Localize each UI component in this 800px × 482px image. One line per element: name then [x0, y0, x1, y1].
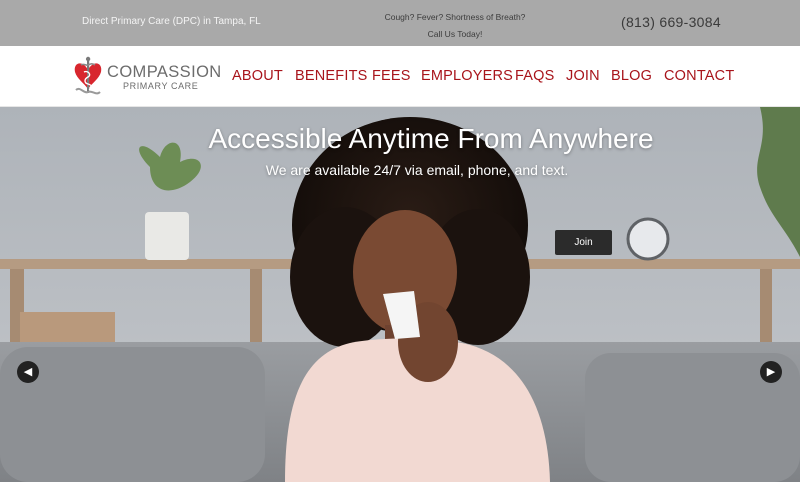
- nav-blog[interactable]: BLOG: [611, 68, 652, 88]
- phone-number-link[interactable]: (813) 669-3084: [621, 14, 721, 30]
- call-us-line: Call Us Today!: [427, 29, 483, 39]
- hero-slider: Accessible Anytime From Anywhere We are …: [0, 107, 800, 482]
- main-navigation: COMPASSION PRIMARY CARE ABOUT BENEFITS F…: [0, 46, 800, 107]
- nav-faqs[interactable]: FAQS: [515, 68, 554, 88]
- tagline: Direct Primary Care (DPC) in Tampa, FL: [82, 16, 261, 27]
- nav-fees[interactable]: FEES: [372, 68, 411, 88]
- hero-subtitle: We are available 24/7 via email, phone, …: [265, 162, 569, 178]
- logo-name: COMPASSION: [107, 63, 222, 81]
- nav-about[interactable]: ABOUT: [232, 68, 283, 88]
- chevron-left-icon: ◀: [23, 366, 33, 378]
- chevron-right-icon: ▶: [766, 366, 776, 378]
- heart-caduceus-icon: [74, 56, 102, 95]
- nav-benefits[interactable]: BENEFITS: [295, 68, 368, 88]
- hero-title: Accessible Anytime From Anywhere: [208, 123, 654, 154]
- join-button[interactable]: Join: [555, 230, 612, 255]
- symptoms-callout: Cough? Fever? Shortness of Breath? Call …: [350, 9, 560, 43]
- slider-prev-button[interactable]: ◀: [17, 361, 39, 383]
- nav-contact[interactable]: CONTACT: [664, 68, 734, 88]
- slider-next-button[interactable]: ▶: [760, 361, 782, 383]
- nav-join[interactable]: JOIN: [566, 68, 600, 88]
- site-logo[interactable]: COMPASSION PRIMARY CARE: [72, 56, 222, 98]
- top-bar: Direct Primary Care (DPC) in Tampa, FL C…: [0, 0, 800, 46]
- symptoms-line: Cough? Fever? Shortness of Breath?: [384, 12, 526, 22]
- nav-employers[interactable]: EMPLOYERS: [421, 68, 513, 88]
- logo-subtitle: PRIMARY CARE: [123, 81, 199, 91]
